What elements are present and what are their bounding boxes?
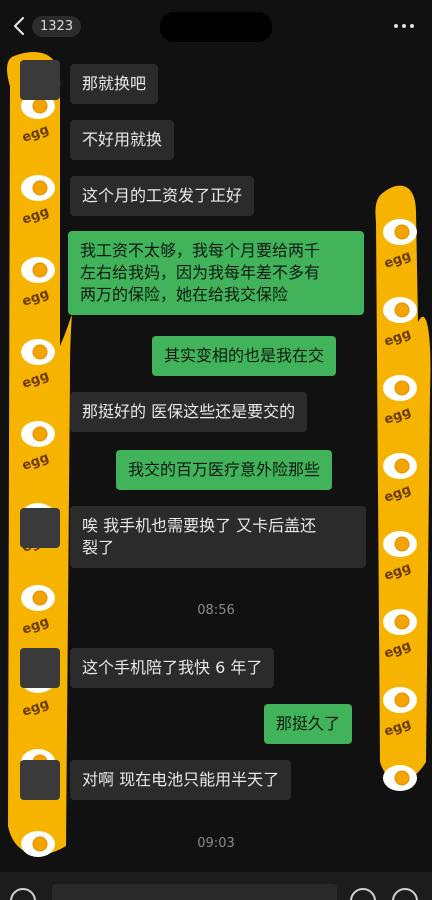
message-bubble-outgoing[interactable]: 那挺久了 — [264, 704, 353, 744]
message-bubble-incoming[interactable]: 不好用就换 — [70, 120, 175, 160]
avatar[interactable] — [20, 60, 60, 100]
redacted-contact-name — [160, 12, 272, 42]
avatar[interactable] — [20, 760, 60, 800]
message-bubble-outgoing[interactable]: 我工资不太够，我每个月要给两千 左右给我妈，因为我每年差不多有 两万的保险，她在… — [68, 231, 364, 315]
censor-sticker-right: eggeggeggeggeggeggeggegg — [370, 182, 432, 792]
avatar[interactable] — [20, 508, 60, 548]
timestamp: 08:56 — [197, 603, 235, 618]
message-bubble-incoming[interactable]: 这个月的工资发了正好 — [70, 176, 255, 216]
censor-sticker-left: eggeggeggeggeggeggeggeggeggegg — [0, 46, 72, 858]
message-bubble-incoming[interactable]: 唉 我手机也需要换了 又卡后盖还 裂了 — [70, 506, 366, 568]
back-button[interactable]: 1323 — [12, 15, 82, 37]
message-bubble-outgoing[interactable]: 我交的百万医疗意外险那些 — [116, 450, 333, 490]
avatar[interactable] — [20, 648, 60, 688]
message-bubble-outgoing[interactable]: 其实变相的也是我在交 — [152, 336, 337, 376]
timestamp: 09:03 — [197, 836, 235, 851]
chat-header: 1323 — [0, 0, 432, 52]
unread-badge: 1323 — [32, 15, 82, 37]
message-bubble-incoming[interactable]: 那就换吧 — [70, 64, 159, 104]
message-bubble-incoming[interactable]: 这个手机陪了我快 6 年了 — [70, 648, 275, 688]
message-bubble-incoming[interactable]: 对啊 现在电池只能用半天了 — [70, 760, 292, 800]
chevron-left-icon — [13, 16, 25, 36]
message-input[interactable] — [52, 884, 337, 900]
more-dots-icon[interactable] — [392, 18, 416, 34]
message-bubble-incoming[interactable]: 那挺好的 医保这些还是要交的 — [70, 392, 308, 432]
